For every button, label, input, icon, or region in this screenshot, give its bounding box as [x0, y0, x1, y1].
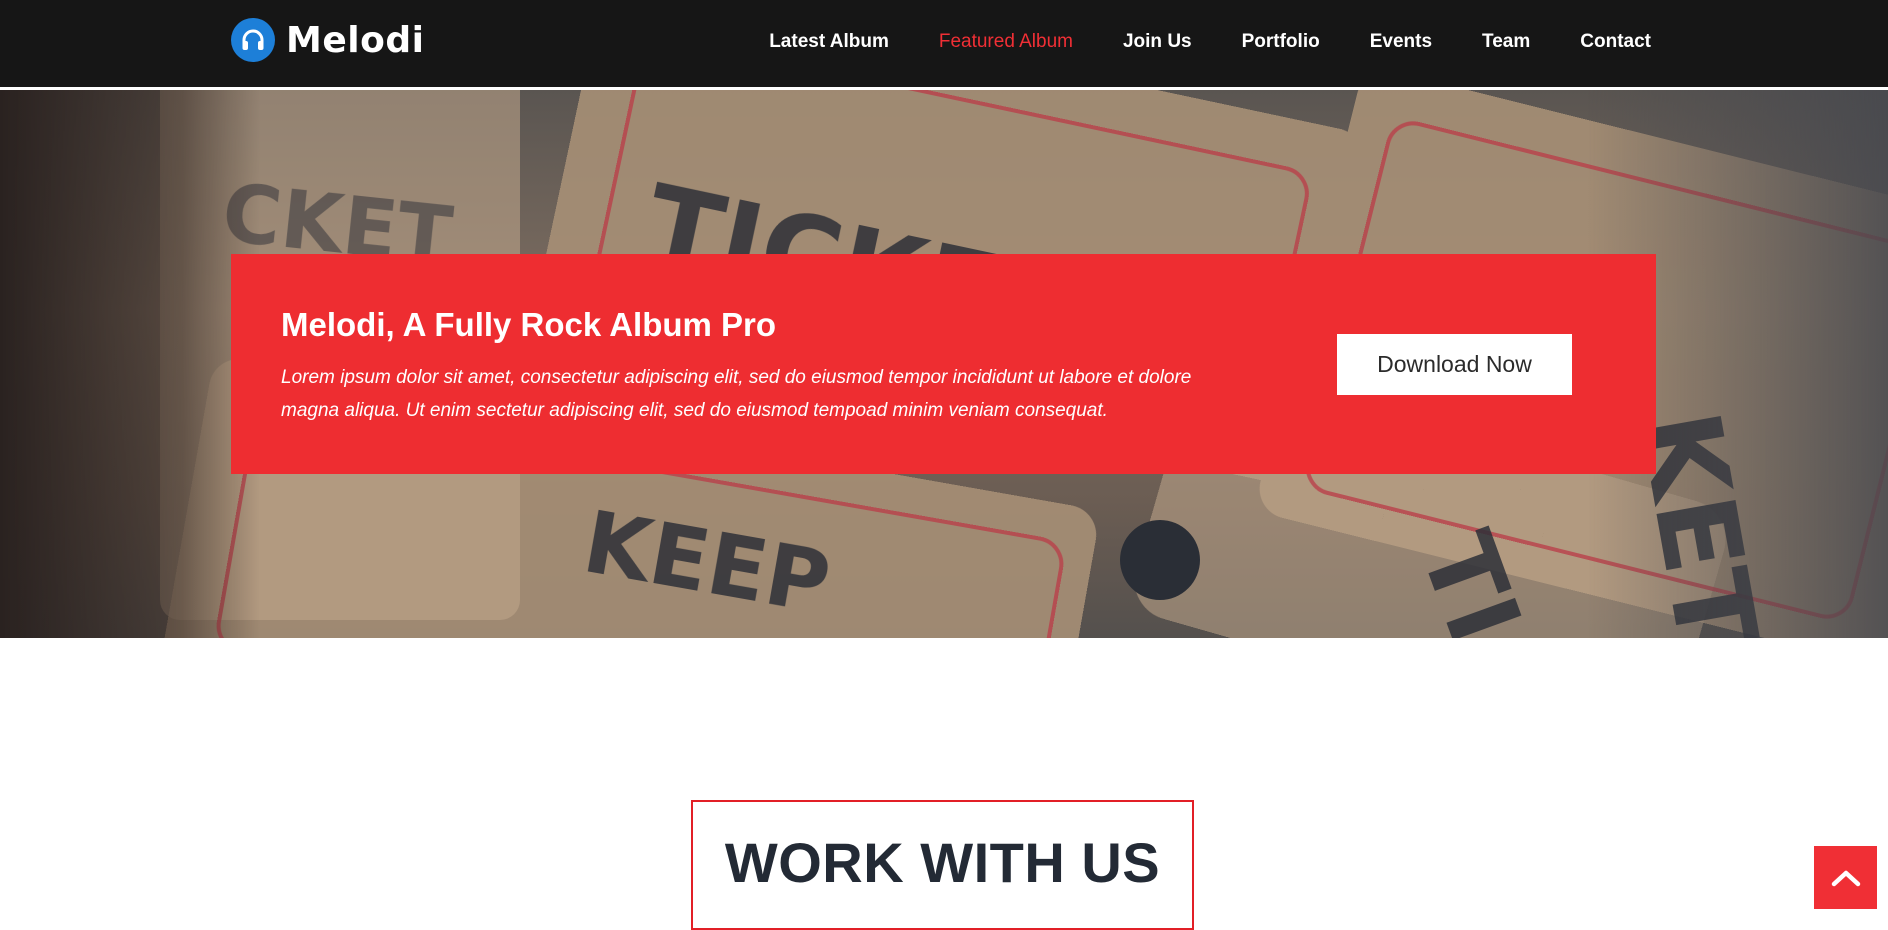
main-nav: Latest Album Featured Album Join Us Port…	[719, 31, 1651, 53]
hero-shade-left	[0, 90, 260, 638]
promo-box: Melodi, A Fully Rock Album Pro Lorem ips…	[231, 254, 1656, 474]
chevron-up-icon	[1831, 870, 1860, 886]
brand-logo[interactable]: Melodi	[231, 17, 424, 63]
nav-featured-album[interactable]: Featured Album	[939, 31, 1073, 53]
nav-events[interactable]: Events	[1370, 31, 1432, 53]
nav-team[interactable]: Team	[1482, 31, 1530, 53]
headphones-icon	[231, 18, 275, 62]
brand-name: Melodi	[286, 19, 425, 61]
section-heading-box: WORK WITH US	[691, 800, 1194, 930]
site-header: Melodi Latest Album Featured Album Join …	[0, 0, 1888, 90]
section-title: WORK WITH US	[724, 831, 1161, 894]
nav-latest-album[interactable]: Latest Album	[769, 31, 889, 53]
nav-contact[interactable]: Contact	[1580, 31, 1651, 53]
download-now-button[interactable]: Download Now	[1337, 334, 1572, 395]
promo-title: Melodi, A Fully Rock Album Pro	[281, 306, 777, 343]
promo-description: Lorem ipsum dolor sit amet, consectetur …	[281, 367, 1192, 421]
nav-portfolio[interactable]: Portfolio	[1242, 31, 1320, 53]
back-to-top-button[interactable]	[1814, 846, 1877, 909]
nav-join-us[interactable]: Join Us	[1123, 31, 1192, 53]
